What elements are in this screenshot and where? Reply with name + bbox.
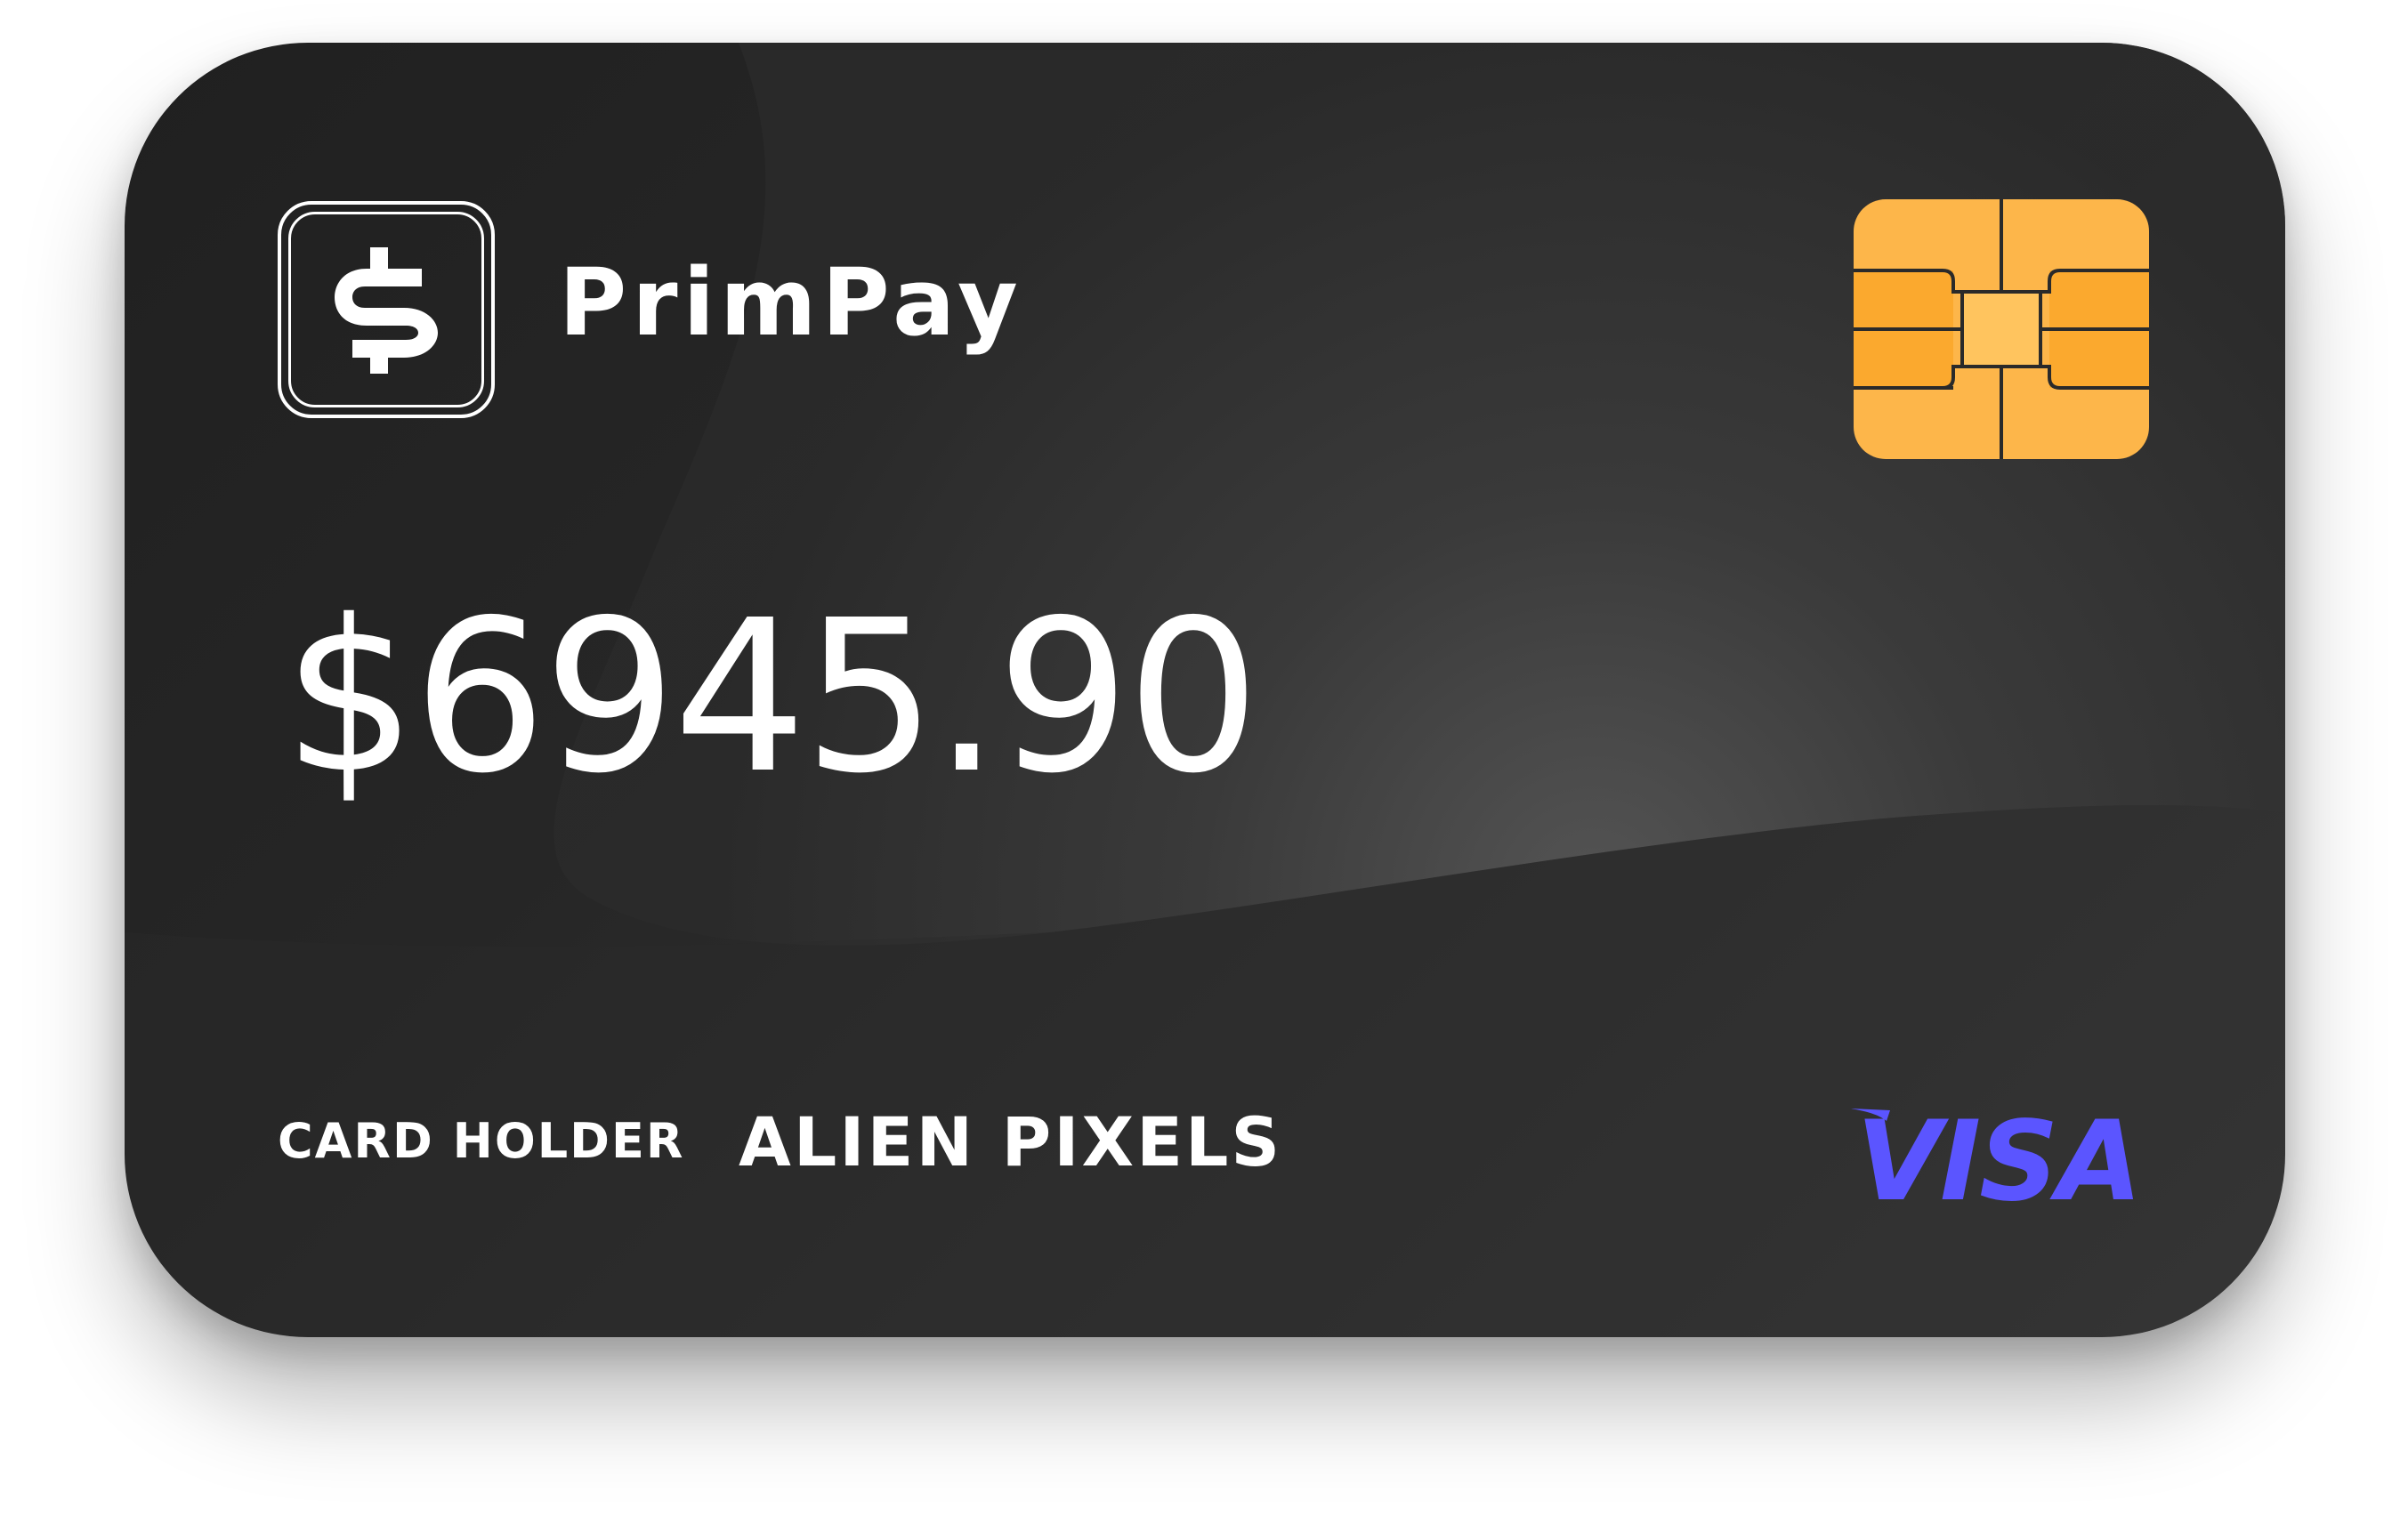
emv-chip-icon <box>1854 199 2149 459</box>
visa-flag-icon <box>1851 1109 1890 1121</box>
card-network: VISA <box>1856 1098 2142 1226</box>
card-holder-name: ALIEN PIXELS <box>739 1102 1283 1181</box>
brand-name: PrimPay <box>559 248 1023 357</box>
dollar-sign-icon <box>335 247 438 374</box>
visa-logo: VISA <box>1851 1107 2142 1217</box>
card-holder-label: CARD HOLDER <box>278 1113 685 1169</box>
brand-logo <box>278 201 495 418</box>
card-balance: $6945.90 <box>283 575 1260 819</box>
payment-card[interactable]: PrimPay $6945.90 CARD HOLDER ALIEN PIXEL… <box>125 43 2285 1337</box>
canvas: PrimPay $6945.90 CARD HOLDER ALIEN PIXEL… <box>0 0 2408 1540</box>
